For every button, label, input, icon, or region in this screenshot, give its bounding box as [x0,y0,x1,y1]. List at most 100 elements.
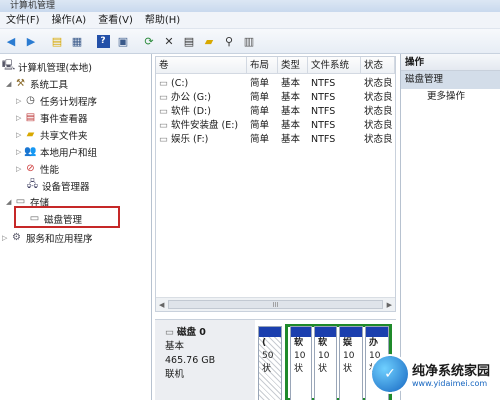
table-row[interactable]: ▭ 软件安装盘 (E:) 简单 基本 NTFS 状态良 [156,119,395,133]
scroll-left-icon[interactable]: ◀ [159,301,164,309]
tree-services-label: 服务和应用程序 [26,233,93,245]
table-row[interactable]: ▭ 娱乐 (F:) 简单 基本 NTFS 状态良 [156,133,395,147]
col-filesystem[interactable]: 文件系统 [308,57,361,73]
cell-volume: 软件安装盘 (E:) [171,120,239,131]
tree-item-device-manager[interactable]: 🖧 设备管理器 [26,178,90,193]
cell-filesystem: NTFS [311,106,336,117]
partition-label: 办 [369,338,379,348]
expanded-arrow-icon[interactable]: ◢ [6,80,14,88]
collapsed-arrow-icon[interactable]: ▷ [16,148,24,156]
tree-system-tools-label: 系统工具 [30,79,69,91]
refresh-icon[interactable]: ⟳ [140,32,158,50]
tree-item-task-scheduler[interactable]: ▷ ◷ 任务计划程序 [16,93,97,108]
partition-c[interactable]: ( 50 状 [258,326,282,400]
actions-disk-management[interactable]: 磁盘管理 [401,71,500,89]
disk-graphical-view: ▭ 磁盘 0 基本 465.76 GB 联机 ( 50 状 软 10 状 软 1… [155,319,396,400]
col-type[interactable]: 类型 [278,57,308,73]
watermark-logo-icon: ✓ [372,356,408,392]
cell-status: 状态良 [364,92,393,103]
col-layout[interactable]: 布局 [247,57,278,73]
volume-icon: ▭ [159,134,171,145]
volume-icon: ▭ [159,106,171,117]
partition-e[interactable]: 软 10 状 [314,326,337,400]
partition-f[interactable]: 娱 10 状 [339,326,363,400]
expanded-arrow-icon[interactable]: ◢ [6,198,14,206]
col-volume[interactable]: 卷 [156,57,247,73]
partition-status: 状 [262,364,272,374]
table-row[interactable]: ▭ 办公 (G:) 简单 基本 NTFS 状态良 [156,91,395,105]
collapsed-arrow-icon[interactable]: ▷ [16,114,24,122]
table-row[interactable]: ▭ 软件 (D:) 简单 基本 NTFS 状态良 [156,105,395,119]
collapsed-arrow-icon[interactable]: ▷ [2,234,10,242]
partition-bar [315,327,336,337]
table-row[interactable]: ▭ (C:) 简单 基本 NTFS 状态良 [156,77,395,91]
forward-arrow-icon[interactable]: ▶ [22,32,40,50]
partition-bar [340,327,362,337]
partition-hatch: ( 50 状 [259,337,281,400]
tools-icon: ⚒ [16,78,25,89]
partition-size: 10 [318,351,330,361]
disk-icon: ▭ [165,327,177,338]
volume-list: 卷 布局 类型 文件系统 状态 ▭ (C:) 简单 基本 NTFS 状态良 ▭ … [155,56,396,312]
back-arrow-icon[interactable]: ◀ [2,32,20,50]
actions-more[interactable]: 更多操作 [401,89,500,105]
tree-item-performance[interactable]: ▷ ⊘ 性能 [16,161,59,176]
col-status[interactable]: 状态 [361,57,395,73]
collapsed-arrow-icon[interactable]: ▷ [16,97,24,105]
volume-icon: ▭ [159,120,171,131]
disk-0-label[interactable]: ▭ 磁盘 0 基本 465.76 GB 联机 [155,320,255,400]
collapsed-arrow-icon[interactable]: ▷ [16,131,24,139]
show-hide-tree-icon[interactable]: ▦ [68,32,86,50]
cell-layout: 简单 [250,120,270,131]
actions-pane: 操作 磁盘管理 更多操作 [400,54,500,400]
disk-name: 磁盘 0 [177,327,206,338]
tree-root-label: 计算机管理(本地) [18,62,92,74]
tree-root[interactable]: 🖳 计算机管理(本地) [2,59,92,74]
navigation-tree: 🖳 计算机管理(本地) ◢ ⚒ 系统工具 ▷ ◷ 任务计划程序 ▷ ▤ 事件查看… [0,54,152,400]
cell-filesystem: NTFS [311,92,336,103]
volume-icon: ▭ [159,92,171,103]
disk-type: 基本 [165,341,185,352]
cell-filesystem: NTFS [311,78,336,89]
up-folder-icon[interactable]: ▤ [48,32,66,50]
partition-status: 状 [318,364,328,374]
partition-status: 状 [294,364,304,374]
disk-view-icon[interactable]: ▥ [240,32,258,50]
delete-icon[interactable]: ✕ [160,32,178,50]
watermark-title: 纯净系统家园 [412,364,491,379]
properties-icon[interactable]: ▣ [114,32,132,50]
cell-volume: 软件 (D:) [171,106,211,117]
cell-status: 状态良 [364,120,393,131]
users-icon: 👥 [24,146,37,157]
menu-file[interactable]: 文件(F) [0,12,46,29]
tree-item-event-viewer[interactable]: ▷ ▤ 事件查看器 [16,110,88,125]
cell-layout: 简单 [250,106,270,117]
menu-action[interactable]: 操作(A) [46,12,93,29]
main-content: 🖳 计算机管理(本地) ◢ ⚒ 系统工具 ▷ ◷ 任务计划程序 ▷ ▤ 事件查看… [0,54,500,400]
disk-size: 465.76 GB [165,355,216,366]
cell-type: 基本 [281,120,301,131]
menu-help[interactable]: 帮助(H) [139,12,186,29]
horizontal-scrollbar[interactable]: ◀ III ▶ [156,297,395,311]
cell-status: 状态良 [364,106,393,117]
tree-item-local-users[interactable]: ▷ 👥 本地用户和组 [16,144,97,159]
scroll-right-icon[interactable]: ▶ [387,301,392,309]
tree-services-apps[interactable]: ▷ ⚙ 服务和应用程序 [2,230,93,245]
volume-list-header: 卷 布局 类型 文件系统 状态 [156,57,395,74]
menu-view[interactable]: 查看(V) [92,12,139,29]
partition-d[interactable]: 软 10 状 [290,326,312,400]
open-folder-icon[interactable]: ▰ [200,32,218,50]
cell-filesystem: NTFS [311,134,336,145]
search-icon[interactable]: ⚲ [220,32,238,50]
cell-filesystem: NTFS [311,120,336,131]
tree-item-shared-folders[interactable]: ▷ ▰ 共享文件夹 [16,127,88,142]
help-icon[interactable]: ? [94,32,112,50]
clock-icon: ◷ [26,95,35,106]
partition-label: 软 [294,338,304,348]
scroll-thumb[interactable]: III [168,300,383,309]
device-manager-icon: 🖧 [26,179,39,190]
tree-system-tools[interactable]: ◢ ⚒ 系统工具 [6,76,68,91]
collapsed-arrow-icon[interactable]: ▷ [16,165,24,173]
cell-status: 状态良 [364,78,393,89]
properties-sheet-icon[interactable]: ▤ [180,32,198,50]
